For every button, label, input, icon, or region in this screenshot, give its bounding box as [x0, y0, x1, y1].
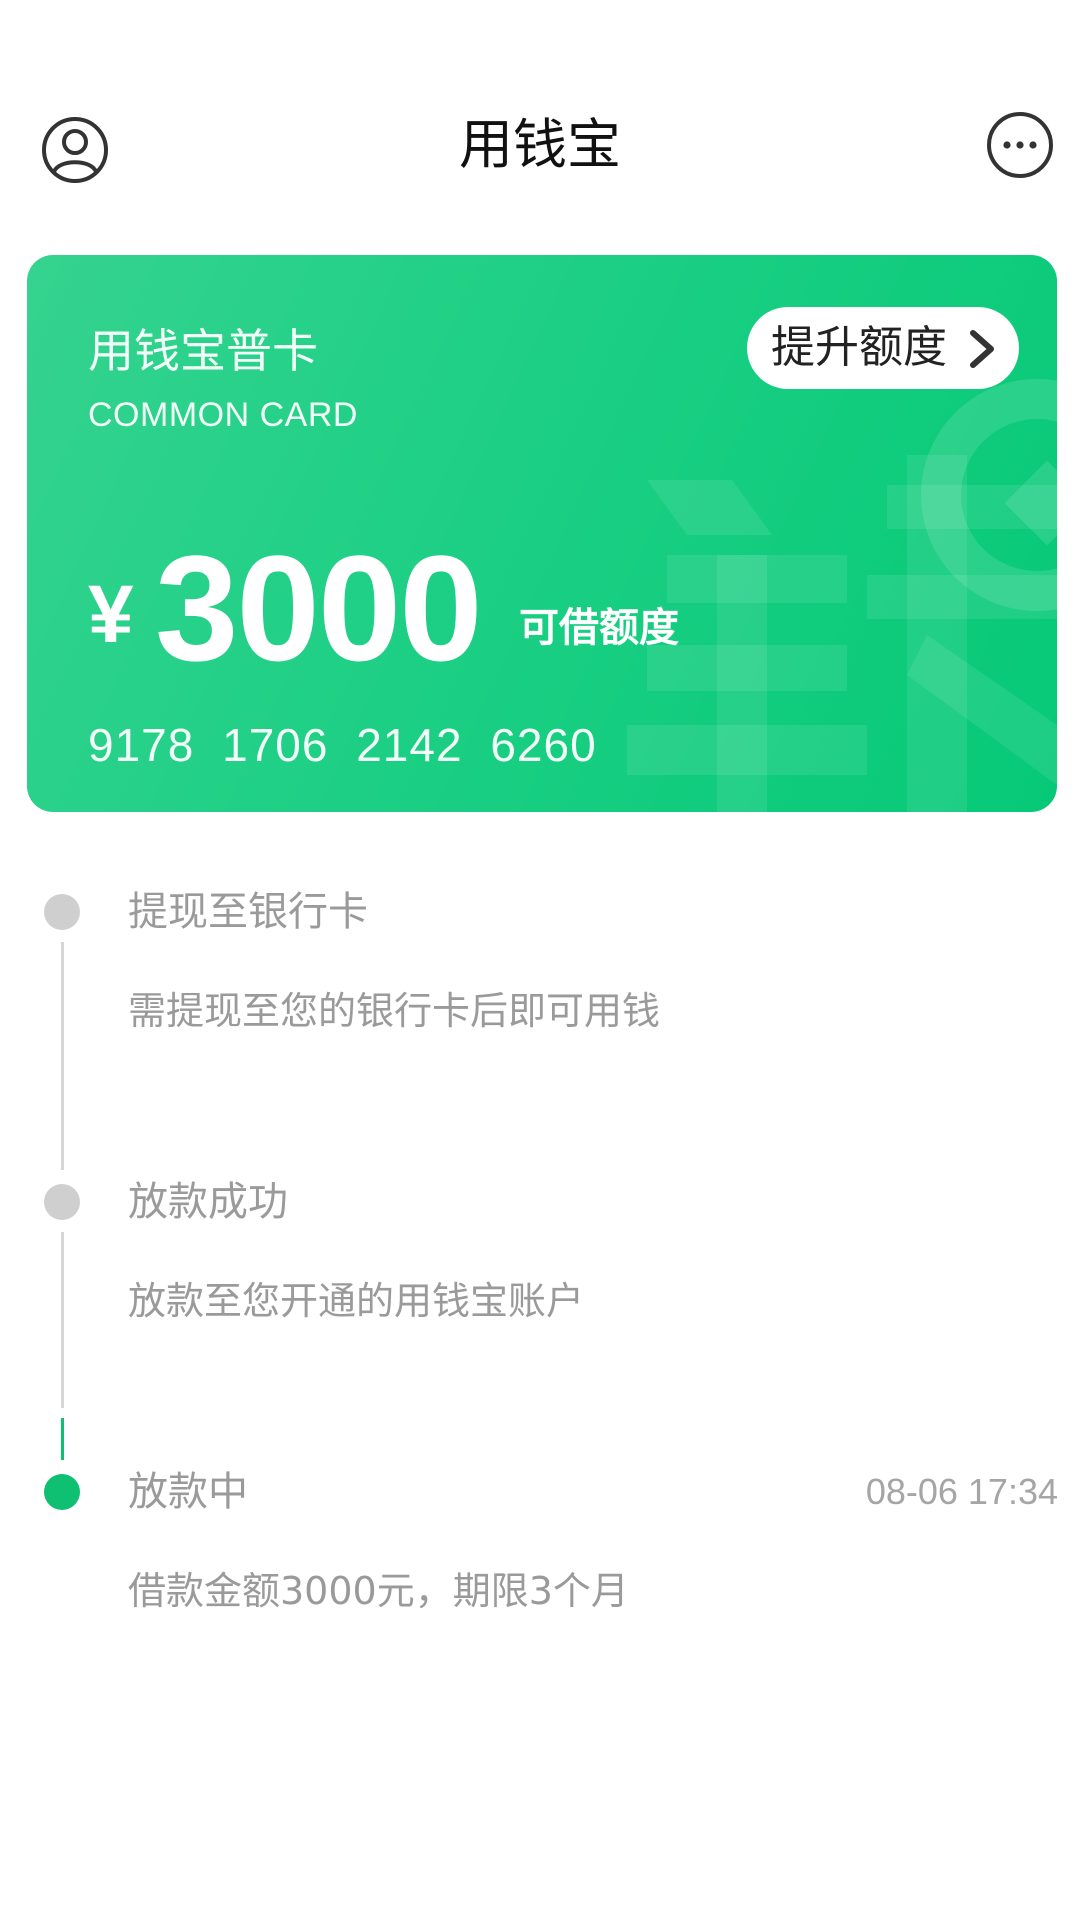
timeline-step-time: 08-06 17:34	[865, 1471, 1058, 1512]
credit-amount: 3000	[155, 524, 483, 692]
timeline-step-title: 放款成功	[128, 1179, 288, 1225]
user-circle-icon	[42, 117, 108, 183]
timeline-connector	[61, 942, 64, 1170]
loan-card[interactable]: 用钱宝普卡 COMMON CARD 提升额度 ¥ 3000 可借额度 9178 …	[27, 255, 1057, 812]
more-ellipsis-icon	[987, 112, 1053, 178]
card-number: 9178 1706 2142 6260	[88, 719, 597, 771]
more-options-button[interactable]	[985, 110, 1055, 180]
upgrade-limit-button[interactable]: 提升额度	[747, 307, 1019, 389]
timeline-step-title: 放款中	[128, 1469, 248, 1515]
timeline-connector	[61, 1232, 64, 1408]
chevron-right-icon	[970, 330, 994, 368]
loan-progress-timeline: 提现至银行卡 需提现至您的银行卡后即可用钱 放款成功 放款至您开通的用钱宝账户 …	[0, 880, 1080, 1640]
timeline-dot-active	[44, 1474, 80, 1510]
timeline-step-description: 借款金额3000元，期限3个月	[128, 1569, 629, 1613]
timeline-step-title: 提现至银行卡	[128, 889, 368, 935]
page-title: 用钱宝	[459, 113, 621, 176]
credit-amount-label: 可借额度	[519, 605, 679, 651]
upgrade-limit-label: 提升额度	[771, 322, 947, 373]
card-name: 用钱宝普卡	[88, 324, 318, 378]
currency-symbol: ¥	[88, 569, 134, 660]
app-header: 用钱宝	[0, 90, 1080, 200]
card-subtitle: COMMON CARD	[88, 396, 358, 434]
timeline-dot	[44, 894, 80, 930]
timeline-connector-active	[61, 1418, 64, 1460]
timeline-step-description: 放款至您开通的用钱宝账户	[128, 1279, 585, 1323]
timeline-dot	[44, 1184, 80, 1220]
user-avatar-button[interactable]	[40, 115, 110, 185]
timeline-step-description: 需提现至您的银行卡后即可用钱	[128, 989, 661, 1033]
